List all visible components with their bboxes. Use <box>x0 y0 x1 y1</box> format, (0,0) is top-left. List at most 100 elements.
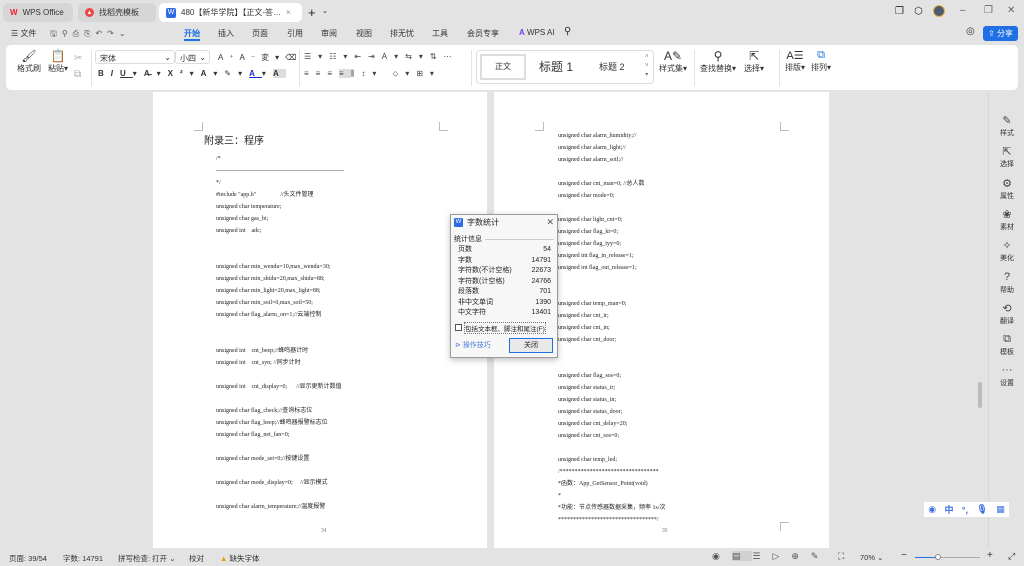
style-heading-2[interactable]: 标题 2 <box>599 60 625 73</box>
arrange-button[interactable]: ⧉ 排列▾ <box>810 49 832 73</box>
tab-home[interactable]: 开始 <box>184 28 200 41</box>
wps-ai-button[interactable]: A WPS AI <box>519 28 555 37</box>
tab-member[interactable]: 会员专享 <box>467 28 499 39</box>
sidebar-item-translate[interactable]: ⟲ 翻译 <box>992 302 1022 326</box>
sidebar-item-style[interactable]: ✎ 样式 <box>992 114 1022 138</box>
cloud-sync-icon[interactable]: ◎ <box>966 26 975 37</box>
tab-reference[interactable]: 引用 <box>287 28 303 39</box>
find-replace-label: 查找替换 <box>700 64 732 73</box>
font-size-controls[interactable]: A⁺A⁻変▾⌫ <box>218 52 302 63</box>
quick-access-icons[interactable]: 🖫⚲⎙⎘↶↷⌄ <box>50 28 131 42</box>
stat-row: 字符数(计空格) 24766 <box>451 277 557 288</box>
zoom-in-icon[interactable]: + <box>987 550 993 561</box>
sidebar-item-template[interactable]: ⧉ 模板 <box>992 333 1022 357</box>
spell-check[interactable]: 拼写检查: 打开 ⌄ <box>118 553 176 564</box>
chevron-down-icon[interactable]: ⌄ <box>322 7 328 15</box>
proofread[interactable]: 校对 <box>189 553 204 564</box>
sliders-icon: ⚙ <box>1002 178 1012 190</box>
zoom-out-icon[interactable]: − <box>901 550 907 561</box>
text-format-buttons[interactable]: BIU▾A̶▾X²▾A▾✎▾A▾A <box>98 69 286 78</box>
checkbox[interactable] <box>455 324 462 331</box>
cube-icon[interactable]: ⬡ <box>914 6 923 17</box>
doc-line: unsigned char temp_man=0; <box>558 301 627 307</box>
style-normal[interactable]: 正文 <box>480 54 526 80</box>
sidebar-item-properties[interactable]: ⚙ 属性 <box>992 177 1022 201</box>
avatar[interactable] <box>933 5 945 17</box>
word-count-dialog: W 字数统计 ✕ 统计信息 页数 54 字数 14791 字符数(不计空格) 2267… <box>450 214 558 358</box>
vertical-scrollbar[interactable] <box>976 92 985 548</box>
format-painter-button[interactable]: 🖌 格式刷 <box>16 49 42 74</box>
share-button[interactable]: ⇪ 分享 <box>983 26 1018 41</box>
tab-tools[interactable]: 工具 <box>432 28 448 39</box>
font-family-select[interactable]: 宋体 ⌄ <box>95 50 175 64</box>
zoom-select[interactable]: 70% ⌄ <box>860 553 883 562</box>
doc-line: unsigned char min_soil=0,max_soil=50; <box>216 300 313 306</box>
copy-icon[interactable]: ⧉ <box>74 69 81 80</box>
sidebar-label: 帮助 <box>1000 287 1014 294</box>
sidebar-item-select[interactable]: ⇱ 选择 <box>992 145 1022 169</box>
tab-document[interactable]: W 480【新华学院】【正文-答… × <box>159 3 302 22</box>
tab-insert[interactable]: 插入 <box>218 28 234 39</box>
arrange-label: 排列 <box>810 63 827 72</box>
word-count[interactable]: 字数: 14791 <box>63 553 103 564</box>
ime-logo-icon[interactable]: ◉ <box>928 504 936 515</box>
tab-page[interactable]: 页面 <box>252 28 268 39</box>
doc-line: unsigned char flag_check;//查询标志位 <box>216 408 313 414</box>
restore-icon[interactable]: ❐ <box>984 5 993 16</box>
appendix-heading: 附录三：程序 <box>204 136 264 147</box>
sidebar-item-help[interactable]: ? 帮助 <box>992 271 1022 295</box>
tab-view[interactable]: 视图 <box>356 28 372 39</box>
find-replace-button[interactable]: ⚲ 查找替换▾ <box>700 49 736 74</box>
close-button[interactable]: 关闭 <box>509 337 553 353</box>
close-icon[interactable]: ✕ <box>546 217 554 228</box>
tab-review[interactable]: 审阅 <box>321 28 337 39</box>
cut-icon[interactable]: ✂ <box>74 53 82 64</box>
fullscreen-icon[interactable]: ⤢ <box>1008 551 1015 562</box>
include-textbox-checkbox[interactable]: 包括文本框、脚注和尾注(F) <box>451 319 557 337</box>
microphone-icon[interactable]: 🎙 <box>976 504 987 515</box>
sidebar-item-beautify[interactable]: ✧ 美化 <box>992 239 1022 263</box>
alignment-buttons[interactable]: ≡≡≡≡⫼↕▾ ⬦▾⊞▾ <box>304 69 441 79</box>
fit-icon[interactable]: ⛶ <box>838 551 844 562</box>
file-menu[interactable]: ☰ 文件 <box>11 28 36 39</box>
sidebar-label: 翻译 <box>1000 318 1014 325</box>
spell-label: 拼写检查: 打开 <box>118 554 168 563</box>
sidebar-item-settings[interactable]: ··· 设置 <box>992 364 1022 388</box>
stat-label: 非中文单词 <box>458 298 493 306</box>
tab-paiwuyou[interactable]: 排无忧 <box>390 28 414 39</box>
page-indicator[interactable]: 页面: 39/54 <box>9 553 47 564</box>
missing-font[interactable]: ▲ 缺失字体 <box>220 553 260 564</box>
new-tab-icon[interactable]: + <box>308 5 316 20</box>
select-button[interactable]: ⇱ 选择▾ <box>741 49 767 74</box>
doc-line: unsigned char alarm_soil;// <box>558 157 624 163</box>
document-page-34[interactable]: 附录三：程序 /* ------------------------------… <box>153 92 487 548</box>
gallery-scroll[interactable]: ˄ ˅ ▾ <box>645 53 649 80</box>
style-heading-1[interactable]: 标题 1 <box>539 58 573 75</box>
search-icon[interactable]: ⚲ <box>564 26 571 37</box>
window-icon[interactable]: ❐ <box>895 6 904 17</box>
doc-line: unsigned char min_light=20,max_light=88; <box>216 288 321 294</box>
sidebar-item-materials[interactable]: ❀ 素材 <box>992 208 1022 232</box>
punctuation-icon[interactable]: °, <box>962 505 968 515</box>
style-set-button[interactable]: A✎ 样式集▾ <box>658 49 688 74</box>
minimize-icon[interactable]: – <box>960 5 966 16</box>
close-window-icon[interactable]: ✕ <box>1007 5 1015 16</box>
zoom-slider-handle[interactable] <box>934 554 941 560</box>
layout-button[interactable]: A☰ 排版▾ <box>784 49 806 73</box>
grid-icon[interactable]: ▦ <box>996 504 1005 515</box>
tab-wps-office[interactable]: W WPS Office <box>3 3 73 22</box>
paste-button[interactable]: 📋 粘贴▾ <box>46 49 70 74</box>
margin-mark <box>439 122 448 131</box>
tips-link[interactable]: ⊳ 操作技巧 <box>455 340 491 350</box>
view-mode-icons[interactable]: ◉▤☰▷⊕✎ <box>712 551 830 562</box>
ime-mode[interactable]: 中 <box>944 503 953 516</box>
doc-line: unsigned char temp_led; <box>558 457 617 463</box>
tab-template[interactable]: ▲ 找稻壳模板 <box>78 3 156 22</box>
zoom-slider[interactable] <box>915 554 980 560</box>
dialog-title: 字数统计 <box>467 217 499 227</box>
doc-line: unsigned char flag_alarm_on=1;//云端控制 <box>216 312 322 318</box>
font-size-select[interactable]: 小四 ⌄ <box>175 50 210 64</box>
scrollbar-thumb[interactable] <box>978 382 982 408</box>
paragraph-list-buttons[interactable]: ☰▾☷▾⇤⇥A▾⇆▾⇅⋯ <box>304 52 459 61</box>
close-icon[interactable]: × <box>286 8 291 17</box>
